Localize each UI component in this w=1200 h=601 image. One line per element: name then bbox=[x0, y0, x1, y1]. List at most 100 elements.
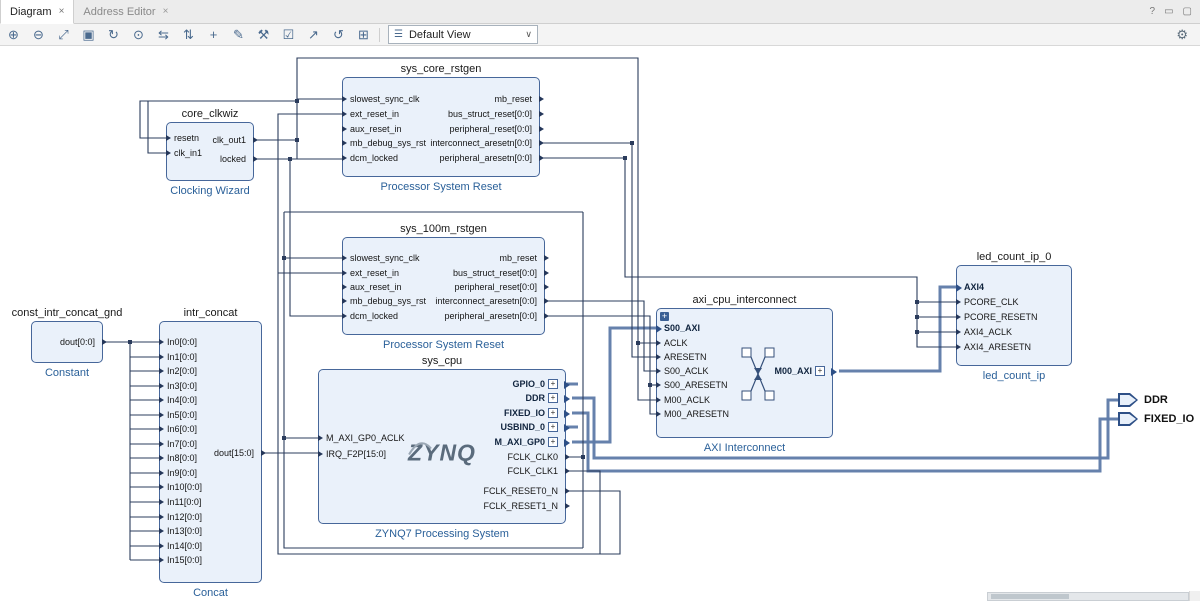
view-selector[interactable]: ☰ Default View ∨ bbox=[388, 25, 538, 44]
zoom-fit-icon[interactable]: ⤢ bbox=[56, 25, 71, 45]
help-icon[interactable]: ? bbox=[1150, 6, 1156, 17]
port-M00_ACLK[interactable]: M00_ACLK bbox=[664, 395, 710, 406]
port-In8[0:0][interactable]: In8[0:0] bbox=[167, 453, 197, 464]
external-port-DDR[interactable]: DDR bbox=[1118, 393, 1168, 407]
block-const_intr_concat_gnd[interactable]: const_intr_concat_gndConstantdout[0:0] bbox=[31, 321, 103, 363]
port-IRQ_F2P[15:0][interactable]: IRQ_F2P[15:0] bbox=[326, 449, 386, 460]
port-PCORE_RESETN[interactable]: PCORE_RESETN bbox=[964, 312, 1038, 323]
expand-port-icon[interactable]: + bbox=[815, 366, 825, 376]
tab-close-icon[interactable]: × bbox=[163, 6, 169, 17]
block-sys_core_rstgen[interactable]: sys_core_rstgenProcessor System Resetslo… bbox=[342, 77, 540, 177]
wire[interactable] bbox=[545, 301, 656, 371]
maximize-icon[interactable]: ▢ bbox=[1183, 6, 1192, 17]
port-In5[0:0][interactable]: In5[0:0] bbox=[167, 410, 197, 421]
block-axi_cpu_interconnect[interactable]: axi_cpu_interconnectAXI InterconnectS00_… bbox=[656, 308, 833, 438]
scrollbar-thumb[interactable] bbox=[991, 594, 1069, 599]
tab-diagram[interactable]: Diagram × bbox=[0, 0, 74, 24]
port-mb_reset[interactable]: mb_reset bbox=[499, 253, 537, 264]
wire[interactable] bbox=[290, 159, 342, 316]
diagram-canvas[interactable]: core_clkwizClocking Wizardresetnclk_in1c… bbox=[0, 47, 1200, 601]
port-In12[0:0][interactable]: In12[0:0] bbox=[167, 512, 202, 523]
open-in-window-icon[interactable]: ⊞ bbox=[356, 25, 371, 45]
port-M_AXI_GP0[interactable]: M_AXI_GP0+ bbox=[494, 437, 558, 448]
zoom-to-selection-icon[interactable]: ▣ bbox=[81, 25, 96, 45]
port-clk_out1[interactable]: clk_out1 bbox=[212, 135, 246, 146]
expand-port-icon[interactable]: + bbox=[548, 437, 558, 447]
expand-port-icon[interactable]: + bbox=[548, 422, 558, 432]
port-clk_in1[interactable]: clk_in1 bbox=[174, 148, 202, 159]
port-S00_AXI[interactable]: S00_AXI bbox=[664, 323, 700, 334]
port-mb_debug_sys_rst[interactable]: mb_debug_sys_rst bbox=[350, 296, 426, 307]
port-peripheral_reset[0:0][interactable]: peripheral_reset[0:0] bbox=[454, 282, 537, 293]
port-ext_reset_in[interactable]: ext_reset_in bbox=[350, 109, 399, 120]
port-ARESETN[interactable]: ARESETN bbox=[664, 352, 707, 363]
run-block-automation-icon[interactable]: ⚒ bbox=[256, 25, 271, 45]
port-In4[0:0][interactable]: In4[0:0] bbox=[167, 395, 197, 406]
port-M00_AXI[interactable]: M00_AXI+ bbox=[774, 366, 825, 377]
port-ext_reset_in[interactable]: ext_reset_in bbox=[350, 268, 399, 279]
wire[interactable] bbox=[140, 101, 166, 138]
port-In1[0:0][interactable]: In1[0:0] bbox=[167, 352, 197, 363]
port-FIXED_IO[interactable]: FIXED_IO+ bbox=[504, 408, 558, 419]
validate-design-icon[interactable]: ☑ bbox=[281, 25, 296, 45]
port-FCLK_CLK1[interactable]: FCLK_CLK1 bbox=[507, 466, 558, 477]
port-interconnect_aresetn[0:0][interactable]: interconnect_aresetn[0:0] bbox=[435, 296, 537, 307]
port-In7[0:0][interactable]: In7[0:0] bbox=[167, 439, 197, 450]
port-M_AXI_GP0_ACLK[interactable]: M_AXI_GP0_ACLK bbox=[326, 433, 405, 444]
tab-close-icon[interactable]: × bbox=[59, 6, 65, 17]
port-In14[0:0][interactable]: In14[0:0] bbox=[167, 541, 202, 552]
port-ACLK[interactable]: ACLK bbox=[664, 338, 688, 349]
port-In9[0:0][interactable]: In9[0:0] bbox=[167, 468, 197, 479]
port-GPIO_0[interactable]: GPIO_0+ bbox=[512, 379, 558, 390]
port-In15[0:0][interactable]: In15[0:0] bbox=[167, 555, 202, 566]
port-AXI4_ARESETN[interactable]: AXI4_ARESETN bbox=[964, 342, 1031, 353]
port-S00_ACLK[interactable]: S00_ACLK bbox=[664, 366, 709, 377]
block-core_clkwiz[interactable]: core_clkwizClocking Wizardresetnclk_in1c… bbox=[166, 122, 254, 181]
port-dout[15:0][interactable]: dout[15:0] bbox=[214, 448, 254, 459]
port-S00_ARESETN[interactable]: S00_ARESETN bbox=[664, 380, 728, 391]
port-dcm_locked[interactable]: dcm_locked bbox=[350, 153, 398, 164]
port-peripheral_reset[0:0][interactable]: peripheral_reset[0:0] bbox=[449, 124, 532, 135]
wire[interactable] bbox=[148, 101, 166, 153]
port-aux_reset_in[interactable]: aux_reset_in bbox=[350, 124, 402, 135]
distribute-vertically-icon[interactable]: ⇅ bbox=[181, 25, 196, 45]
horizontal-scrollbar[interactable] bbox=[987, 592, 1189, 601]
port-M00_ARESETN[interactable]: M00_ARESETN bbox=[664, 409, 729, 420]
block-sys_100m_rstgen[interactable]: sys_100m_rstgenProcessor System Resetslo… bbox=[342, 237, 545, 335]
settings-gear-icon[interactable]: ⚙ bbox=[1176, 27, 1188, 43]
wire[interactable] bbox=[572, 328, 656, 442]
expand-port-icon[interactable]: + bbox=[548, 379, 558, 389]
zoom-in-icon[interactable]: ⊕ bbox=[6, 25, 21, 45]
block-intr_concat[interactable]: intr_concatConcatIn0[0:0]In1[0:0]In2[0:0… bbox=[159, 321, 262, 583]
port-In13[0:0][interactable]: In13[0:0] bbox=[167, 526, 202, 537]
external-port-FIXED_IO[interactable]: FIXED_IO bbox=[1118, 412, 1194, 426]
wire[interactable] bbox=[839, 287, 956, 371]
port-peripheral_aresetn[0:0][interactable]: peripheral_aresetn[0:0] bbox=[444, 311, 537, 322]
pin-icon[interactable]: ↗ bbox=[306, 25, 321, 45]
port-In3[0:0][interactable]: In3[0:0] bbox=[167, 381, 197, 392]
refresh-view-icon[interactable]: ↺ bbox=[331, 25, 346, 45]
block-sys_cpu[interactable]: sys_cpuZYNQ7 Processing SystemM_AXI_GP0_… bbox=[318, 369, 566, 524]
port-slowest_sync_clk[interactable]: slowest_sync_clk bbox=[350, 94, 420, 105]
tab-address-editor[interactable]: Address Editor × bbox=[74, 0, 177, 23]
port-peripheral_aresetn[0:0][interactable]: peripheral_aresetn[0:0] bbox=[439, 153, 532, 164]
port-bus_struct_reset[0:0][interactable]: bus_struct_reset[0:0] bbox=[448, 109, 532, 120]
port-PCORE_CLK[interactable]: PCORE_CLK bbox=[964, 297, 1019, 308]
port-interconnect_aresetn[0:0][interactable]: interconnect_aresetn[0:0] bbox=[430, 138, 532, 149]
make-connection-icon[interactable]: ✎ bbox=[231, 25, 246, 45]
wire[interactable] bbox=[572, 413, 1120, 471]
distribute-horizontally-icon[interactable]: ⇆ bbox=[156, 25, 171, 45]
float-window-icon[interactable]: ▭ bbox=[1164, 6, 1173, 17]
add-ip-icon[interactable]: + bbox=[206, 25, 221, 45]
port-mb_debug_sys_rst[interactable]: mb_debug_sys_rst bbox=[350, 138, 426, 149]
expand-port-icon[interactable]: + bbox=[548, 393, 558, 403]
port-FCLK_CLK0[interactable]: FCLK_CLK0 bbox=[507, 452, 558, 463]
port-DDR[interactable]: DDR+ bbox=[526, 393, 559, 404]
port-In11[0:0][interactable]: In11[0:0] bbox=[167, 497, 201, 508]
port-USBIND_0[interactable]: USBIND_0+ bbox=[500, 422, 558, 433]
port-resetn[interactable]: resetn bbox=[174, 133, 199, 144]
port-FCLK_RESET1_N[interactable]: FCLK_RESET1_N bbox=[483, 501, 558, 512]
regenerate-layout-icon[interactable]: ↻ bbox=[106, 25, 121, 45]
block-led_count_ip_0[interactable]: led_count_ip_0led_count_ipAXI4PCORE_CLKP… bbox=[956, 265, 1072, 366]
wire[interactable] bbox=[540, 143, 656, 357]
